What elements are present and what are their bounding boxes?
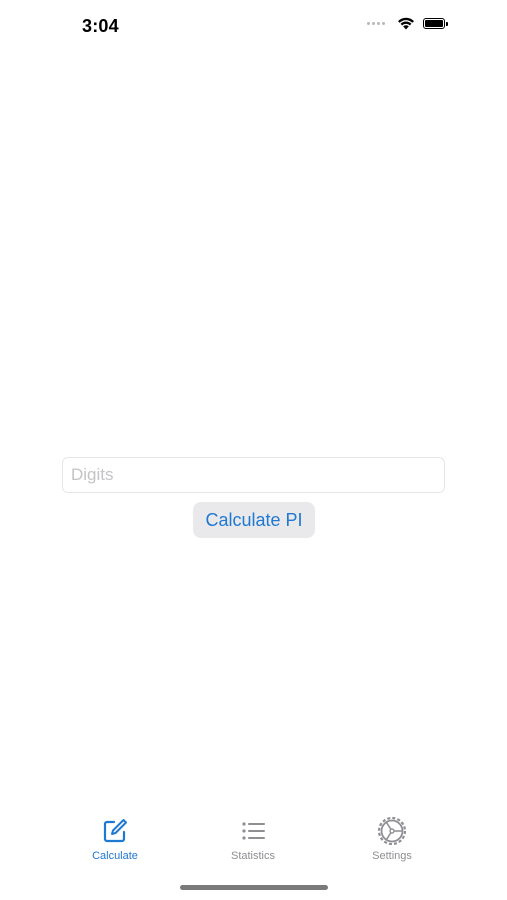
calculate-pi-button[interactable]: Calculate PI	[193, 502, 315, 538]
digits-input[interactable]	[62, 457, 445, 493]
status-bar: 3:04	[0, 0, 507, 54]
list-icon	[242, 822, 265, 840]
cellular-dots-icon	[367, 22, 385, 25]
status-icons	[367, 17, 448, 30]
tab-calculate-label: Calculate	[92, 850, 138, 862]
tab-calculate[interactable]: Calculate	[55, 808, 175, 868]
compose-icon	[103, 819, 127, 843]
status-time: 3:04	[82, 16, 119, 36]
tab-statistics[interactable]: Statistics	[193, 808, 313, 868]
tab-settings[interactable]: Settings	[332, 808, 452, 868]
tab-bar: Calculate Statistics Settings	[0, 808, 507, 868]
tab-statistics-label: Statistics	[230, 850, 275, 862]
battery-icon	[423, 18, 448, 29]
home-indicator[interactable]	[180, 885, 328, 890]
tab-settings-label: Settings	[372, 850, 412, 862]
wifi-icon	[398, 17, 414, 30]
gear-icon	[377, 816, 407, 846]
